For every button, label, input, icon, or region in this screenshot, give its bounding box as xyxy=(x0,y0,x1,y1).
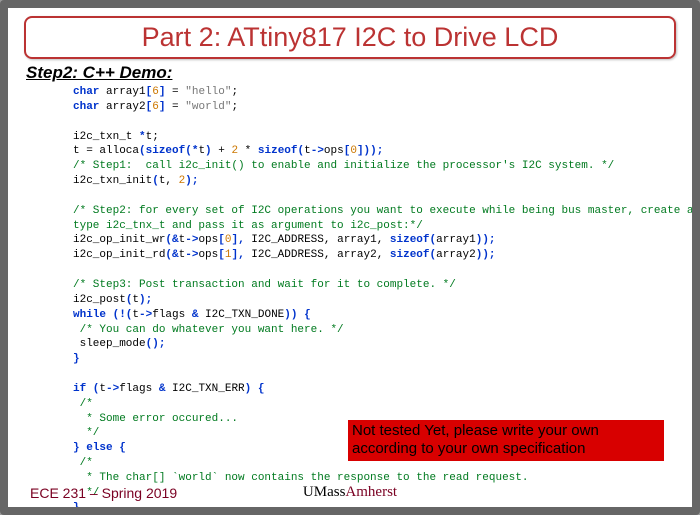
code-text: "hello" xyxy=(185,86,231,98)
code-text: 0 xyxy=(350,145,357,157)
code-text: array1 xyxy=(436,234,476,246)
code-text: ; xyxy=(231,101,238,113)
code-text: ], xyxy=(231,249,244,261)
code-text: t, xyxy=(159,175,179,187)
code-comment: * The char[] `world` now contains the re… xyxy=(73,472,528,484)
brand-amherst: Amherst xyxy=(345,484,397,500)
slide-frame: Part 2: ATtiny817 I2C to Drive LCD Step2… xyxy=(0,0,700,515)
code-text: (sizeof(* xyxy=(139,145,198,157)
code-text: )); xyxy=(476,234,496,246)
code-text: * xyxy=(139,131,146,143)
code-text: [ xyxy=(218,234,225,246)
code-text: ); xyxy=(139,294,152,306)
code-text: } xyxy=(73,502,80,514)
code-comment: * Some error occured... xyxy=(73,413,238,425)
code-text: )) { xyxy=(284,309,310,321)
code-text: array2 xyxy=(436,249,476,261)
code-text: char xyxy=(73,101,99,113)
warning-overlay: Not tested Yet, please write your own ac… xyxy=(348,420,664,462)
code-text: ) { xyxy=(245,383,265,395)
slide-subtitle: Step2: C++ Demo: xyxy=(26,63,674,83)
code-text: ; xyxy=(231,86,238,98)
code-text: [ xyxy=(218,249,225,261)
code-text: flags xyxy=(152,309,192,321)
code-text: ops xyxy=(198,249,218,261)
code-text: -> xyxy=(185,234,198,246)
code-text: -> xyxy=(139,309,152,321)
code-text: ) xyxy=(205,145,212,157)
code-comment: /* You can do whatever you want here. */ xyxy=(73,324,344,336)
brand-umass: UMass xyxy=(303,484,346,500)
code-text: i2c_post xyxy=(73,294,126,306)
code-text: while (!( xyxy=(73,309,132,321)
code-comment: /* Step3: Post transaction and wait for … xyxy=(73,279,456,291)
code-text: } xyxy=(73,442,86,454)
code-text: i2c_txn_t xyxy=(73,131,139,143)
code-text: ops xyxy=(198,234,218,246)
code-text: ); xyxy=(185,175,198,187)
code-text: (& xyxy=(165,234,178,246)
footer-brand: UMassAmherst xyxy=(8,484,692,501)
code-text: ], xyxy=(231,234,244,246)
code-text: I2C_ADDRESS, array2, xyxy=(245,249,390,261)
code-text: sleep_mode xyxy=(73,338,146,350)
code-text: -> xyxy=(106,383,119,395)
code-text: sizeof( xyxy=(390,249,436,261)
code-text: flags xyxy=(119,383,159,395)
code-text: + xyxy=(212,145,232,157)
code-comment: type i2c_tnx_t and pass it as argument t… xyxy=(73,220,423,232)
code-text: (& xyxy=(165,249,178,261)
code-text: else { xyxy=(86,442,126,454)
code-comment: /* Step2: for every set of I2C operation… xyxy=(73,205,700,217)
code-text: 6 xyxy=(152,101,159,113)
code-text: t xyxy=(304,145,311,157)
slide-body: Part 2: ATtiny817 I2C to Drive LCD Step2… xyxy=(8,8,692,507)
code-comment: /* xyxy=(73,457,93,469)
code-text: ops xyxy=(324,145,344,157)
title-card: Part 2: ATtiny817 I2C to Drive LCD xyxy=(24,16,676,59)
code-text: t; xyxy=(146,131,159,143)
code-comment: /* Step1: call i2c_init() to enable and … xyxy=(73,160,614,172)
code-text: )); xyxy=(476,249,496,261)
code-text: ( xyxy=(152,175,159,187)
code-text: I2C_TXN_ERR xyxy=(165,383,244,395)
code-text: t = alloca xyxy=(73,145,139,157)
code-text: -> xyxy=(311,145,324,157)
code-text: I2C_TXN_DONE xyxy=(198,309,284,321)
code-text: array1 xyxy=(99,86,145,98)
code-text: sizeof( xyxy=(390,234,436,246)
code-text: if ( xyxy=(73,383,99,395)
code-text: sizeof( xyxy=(258,145,304,157)
code-text: * xyxy=(238,145,258,157)
code-text: -> xyxy=(185,249,198,261)
code-comment: /* xyxy=(73,398,93,410)
code-comment: */ xyxy=(73,427,99,439)
code-text: i2c_op_init_wr xyxy=(73,234,165,246)
code-text: (); xyxy=(146,338,166,350)
code-text: i2c_txn_init xyxy=(73,175,152,187)
code-text: char xyxy=(73,86,99,98)
code-text: i2c_op_init_rd xyxy=(73,249,165,261)
slide-title: Part 2: ATtiny817 I2C to Drive LCD xyxy=(142,22,559,52)
code-text: = xyxy=(165,101,185,113)
code-text: ])); xyxy=(357,145,383,157)
code-text: 6 xyxy=(152,86,159,98)
code-text: I2C_ADDRESS, array1, xyxy=(245,234,390,246)
code-text: = xyxy=(165,86,185,98)
code-text: array2 xyxy=(99,101,145,113)
code-text: } xyxy=(73,353,80,365)
code-text: "world" xyxy=(185,101,231,113)
